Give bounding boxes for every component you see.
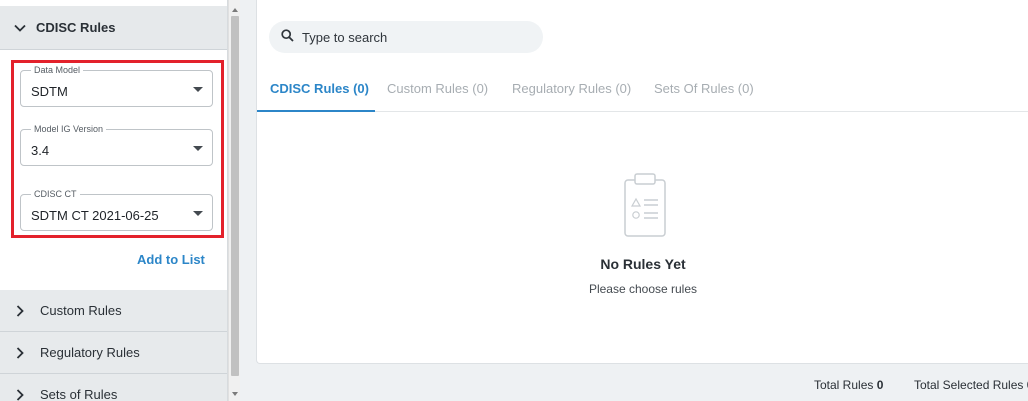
total-selected-rules: Total Selected Rules 0 [914,378,1028,392]
data-model-select[interactable]: Data Model SDTM [20,65,213,107]
empty-state-title: No Rules Yet [600,256,686,272]
model-ig-version-select[interactable]: Model IG Version 3.4 [20,124,213,166]
model-ig-version-label: Model IG Version [31,124,107,135]
sidebar-scrollbar[interactable] [228,0,240,401]
scrollbar-thumb[interactable] [231,16,239,376]
dropdown-caret-icon [193,87,203,92]
total-selected-label: Total Selected Rules [914,378,1024,392]
clipboard-icon [623,172,667,243]
total-rules-label: Total Rules [814,378,874,392]
chevron-right-icon [12,388,28,401]
dropdown-caret-icon [193,211,203,216]
search-input[interactable] [302,29,522,45]
chevron-right-icon [12,304,28,317]
search-box[interactable] [269,21,543,53]
scroll-up-arrow-icon[interactable] [232,8,238,12]
model-ig-version-value: 3.4 [31,143,50,158]
total-rules-value: 0 [876,378,884,392]
cdisc-rules-title: CDISC Rules [36,20,116,35]
cdisc-ct-select[interactable]: CDISC CT SDTM CT 2021-06-25 [20,189,213,231]
sets-of-rules-accordion-header[interactable]: Sets of Rules [0,374,227,401]
rules-main-panel: CDISC Rules (0) Custom Rules (0) Regulat… [256,0,1028,364]
empty-state-subtitle: Please choose rules [588,282,698,296]
active-tab-indicator [257,110,375,112]
custom-rules-accordion-header[interactable]: Custom Rules [0,290,227,332]
chevron-down-icon [12,24,28,32]
scroll-down-arrow-icon[interactable] [232,392,238,396]
cdisc-ct-value: SDTM CT 2021-06-25 [31,208,159,223]
cdisc-rules-accordion-header[interactable]: CDISC Rules [0,6,227,50]
add-to-list-button[interactable]: Add to List [137,252,205,267]
dropdown-caret-icon [193,146,203,151]
data-model-value: SDTM [31,84,68,99]
tab-custom-rules[interactable]: Custom Rules (0) [387,81,488,96]
sets-of-rules-title: Sets of Rules [40,387,118,401]
tab-sets-of-rules[interactable]: Sets Of Rules (0) [654,81,754,96]
regulatory-rules-accordion-header[interactable]: Regulatory Rules [0,332,227,374]
tab-cdisc-rules[interactable]: CDISC Rules (0) [270,81,369,96]
data-model-label: Data Model [31,65,84,76]
rules-sidebar: CDISC Rules Data Model SDTM Model IG Ver… [0,0,228,401]
custom-rules-title: Custom Rules [40,303,122,318]
cdisc-ct-label: CDISC CT [31,189,80,200]
tab-regulatory-rules[interactable]: Regulatory Rules (0) [512,81,631,96]
search-icon [281,29,294,45]
regulatory-rules-title: Regulatory Rules [40,345,140,360]
rules-summary-footer: Total Rules 0 Total Selected Rules 0 [256,372,1028,401]
total-rules: Total Rules 0 [814,378,883,392]
chevron-right-icon [12,346,28,359]
rules-tabs: CDISC Rules (0) Custom Rules (0) Regulat… [257,78,1028,112]
